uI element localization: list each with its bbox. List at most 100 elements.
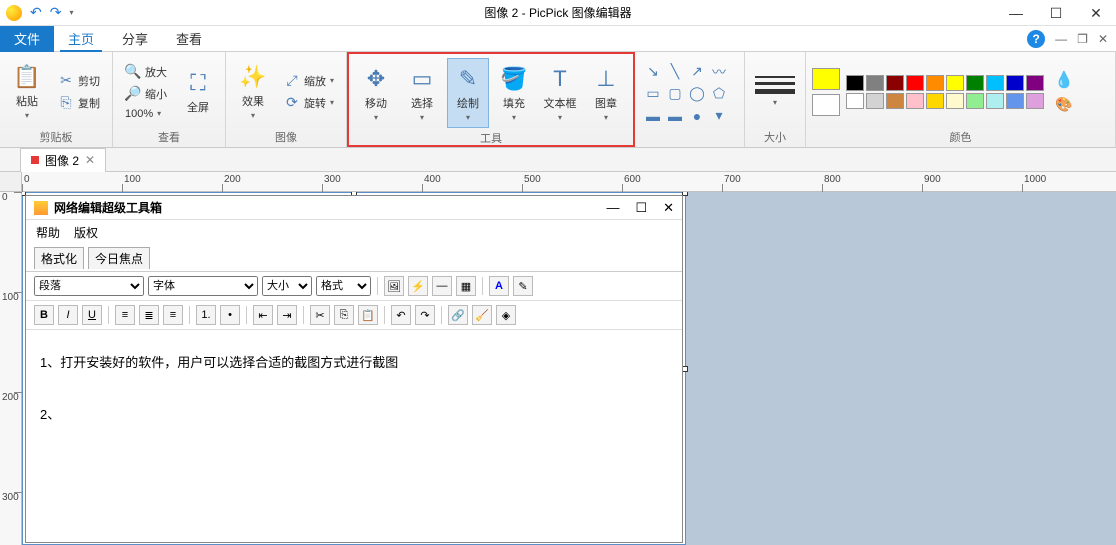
tb-table-icon[interactable]: ▦ bbox=[456, 276, 476, 296]
dd-style[interactable]: 格式 bbox=[316, 276, 371, 296]
color-primary[interactable] bbox=[812, 68, 840, 90]
qat-dropdown[interactable]: ▾ bbox=[69, 8, 73, 17]
color-swatch[interactable] bbox=[886, 75, 904, 91]
color-swatch[interactable] bbox=[1026, 75, 1044, 91]
color-swatch[interactable] bbox=[1006, 93, 1024, 109]
tb-align-right-icon[interactable]: ≡ bbox=[163, 305, 183, 325]
editor-content[interactable]: 1、打开安装好的软件，用户可以选择合适的截图方式进行截图 2、 bbox=[26, 330, 682, 448]
tb-ul-icon[interactable]: • bbox=[220, 305, 240, 325]
editor-close-icon[interactable]: ✕ bbox=[663, 200, 674, 216]
dd-paragraph[interactable]: 段落 bbox=[34, 276, 144, 296]
inner-restore-icon[interactable]: ❐ bbox=[1077, 32, 1088, 46]
select-tool[interactable]: ▭选择▾ bbox=[401, 58, 443, 128]
tb-fontcolor-icon[interactable]: A bbox=[489, 276, 509, 296]
color-swatch[interactable] bbox=[966, 75, 984, 91]
copy-button[interactable]: ⎘复制 bbox=[52, 93, 106, 113]
shape-pointer[interactable]: ↘ bbox=[643, 62, 663, 82]
minimize-button[interactable]: — bbox=[996, 0, 1036, 26]
tab-view[interactable]: 查看 bbox=[162, 26, 216, 52]
color-swatch[interactable] bbox=[1006, 75, 1024, 91]
text-tool[interactable]: T文本框▾ bbox=[539, 58, 581, 128]
morecolors-icon[interactable]: 🎨 bbox=[1055, 96, 1072, 113]
tb-cut-icon[interactable]: ✂ bbox=[310, 305, 330, 325]
paste-button[interactable]: 📋 粘贴 ▾ bbox=[6, 57, 48, 127]
color-swatch[interactable] bbox=[906, 93, 924, 109]
resize-button[interactable]: ⤢缩放▾ bbox=[278, 71, 340, 91]
help-icon[interactable]: ? bbox=[1027, 30, 1045, 48]
tb-align-center-icon[interactable]: ≣ bbox=[139, 305, 159, 325]
shape-line[interactable]: ╲ bbox=[665, 62, 685, 82]
color-swatch[interactable] bbox=[886, 93, 904, 109]
tb-paste-icon[interactable]: 📋 bbox=[358, 305, 378, 325]
redo-icon[interactable]: ↷ bbox=[50, 4, 62, 21]
zoomout-button[interactable]: 🔎缩小 bbox=[119, 84, 173, 104]
color-secondary[interactable] bbox=[812, 94, 840, 116]
shape-polygon[interactable]: ⬠ bbox=[709, 84, 729, 104]
shape-rect-fill[interactable]: ▬ bbox=[643, 106, 663, 126]
close-button[interactable]: ✕ bbox=[1076, 0, 1116, 26]
tb-image-icon[interactable]: 🖼 bbox=[384, 276, 404, 296]
editor-tab-format[interactable]: 格式化 bbox=[34, 247, 84, 269]
tab-share[interactable]: 分享 bbox=[108, 26, 162, 52]
shape-ellipse[interactable]: ◯ bbox=[687, 84, 707, 104]
editor-tab-today[interactable]: 今日焦点 bbox=[88, 247, 150, 269]
color-swatch[interactable] bbox=[1026, 93, 1044, 109]
tb-ol-icon[interactable]: 1. bbox=[196, 305, 216, 325]
color-swatch[interactable] bbox=[986, 93, 1004, 109]
tb-redo-icon[interactable]: ↷ bbox=[415, 305, 435, 325]
editor-maximize-icon[interactable]: ☐ bbox=[635, 200, 647, 216]
shape-rect[interactable]: ▭ bbox=[643, 84, 663, 104]
shape-roundrect[interactable]: ▢ bbox=[665, 84, 685, 104]
tb-italic-icon[interactable]: I bbox=[58, 305, 78, 325]
color-swatch[interactable] bbox=[846, 93, 864, 109]
draw-tool[interactable]: ✎绘制▾ bbox=[447, 58, 489, 128]
eyedropper-icon[interactable]: 💧 bbox=[1054, 70, 1074, 90]
tab-file[interactable]: 文件 bbox=[0, 26, 54, 52]
color-swatch[interactable] bbox=[966, 93, 984, 109]
color-swatch[interactable] bbox=[946, 93, 964, 109]
tb-undo-icon[interactable]: ↶ bbox=[391, 305, 411, 325]
shape-arrow[interactable]: ↗ bbox=[687, 62, 707, 82]
tb-align-left-icon[interactable]: ≡ bbox=[115, 305, 135, 325]
move-tool[interactable]: ✥移动▾ bbox=[355, 58, 397, 128]
stamp-tool[interactable]: ⊥图章▾ bbox=[585, 58, 627, 128]
cut-button[interactable]: ✂剪切 bbox=[52, 71, 106, 91]
tb-flash-icon[interactable]: ⚡ bbox=[408, 276, 428, 296]
tb-outdent-icon[interactable]: ⇤ bbox=[253, 305, 273, 325]
tb-link-icon[interactable]: 🔗 bbox=[448, 305, 468, 325]
inner-minimize-icon[interactable]: — bbox=[1055, 32, 1067, 46]
zoomin-button[interactable]: 🔍放大 bbox=[119, 62, 173, 82]
color-swatch[interactable] bbox=[906, 75, 924, 91]
fill-tool[interactable]: 🪣填充▾ bbox=[493, 58, 535, 128]
color-swatch[interactable] bbox=[846, 75, 864, 91]
undo-icon[interactable]: ↶ bbox=[30, 4, 42, 21]
document-tab[interactable]: 图像 2 ✕ bbox=[20, 148, 106, 172]
tb-bgcolor-icon[interactable]: ✎ bbox=[513, 276, 533, 296]
inner-close-icon[interactable]: ✕ bbox=[1098, 32, 1108, 46]
rotate-button[interactable]: ⟳旋转▾ bbox=[278, 93, 340, 113]
color-swatch[interactable] bbox=[866, 93, 884, 109]
editor-menu-help[interactable]: 帮助 bbox=[36, 224, 60, 241]
fullscreen-button[interactable]: ⛶ 全屏 bbox=[177, 57, 219, 127]
tab-home[interactable]: 主页 bbox=[54, 26, 108, 52]
color-swatch[interactable] bbox=[986, 75, 1004, 91]
color-swatch[interactable] bbox=[926, 75, 944, 91]
color-swatch[interactable] bbox=[866, 75, 884, 91]
color-swatch[interactable] bbox=[926, 93, 944, 109]
tab-close-icon[interactable]: ✕ bbox=[85, 153, 95, 167]
shape-ellipse-fill[interactable]: ● bbox=[687, 106, 707, 126]
effects-button[interactable]: ✨ 效果 ▾ bbox=[232, 57, 274, 127]
maximize-button[interactable]: ☐ bbox=[1036, 0, 1076, 26]
tb-indent-icon[interactable]: ⇥ bbox=[277, 305, 297, 325]
tb-special-icon[interactable]: ◈ bbox=[496, 305, 516, 325]
line-size-picker[interactable]: ▾ bbox=[751, 72, 799, 111]
zoom100-button[interactable]: 100%▾ bbox=[119, 106, 173, 122]
color-swatch[interactable] bbox=[946, 75, 964, 91]
tb-clean-icon[interactable]: 🧹 bbox=[472, 305, 492, 325]
tb-hr-icon[interactable]: ― bbox=[432, 276, 452, 296]
tb-copy-icon[interactable]: ⎘ bbox=[334, 305, 354, 325]
shape-curve[interactable]: 〰 bbox=[709, 62, 729, 82]
shape-roundrect-fill[interactable]: ▬ bbox=[665, 106, 685, 126]
shape-more[interactable]: ▾ bbox=[709, 106, 729, 126]
editor-minimize-icon[interactable]: — bbox=[606, 200, 619, 216]
